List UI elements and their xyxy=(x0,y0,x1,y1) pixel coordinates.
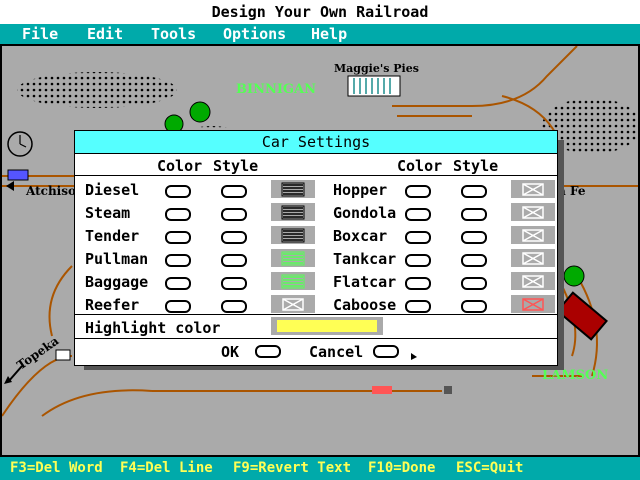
car-label-flatcar: Flatcar xyxy=(333,273,397,291)
highlight-label: Highlight color xyxy=(85,319,221,337)
color-button-tankcar[interactable] xyxy=(405,254,431,267)
status-done[interactable]: F10=Done xyxy=(368,457,435,480)
color-button-steam[interactable] xyxy=(165,208,191,221)
car-preview-steam[interactable] xyxy=(271,203,315,221)
building-label-maggies: Maggie's Pies xyxy=(334,62,419,75)
menu-help[interactable]: Help xyxy=(311,24,347,44)
cancel-button[interactable] xyxy=(373,345,399,358)
style-button-diesel[interactable] xyxy=(221,185,247,198)
style-button-caboose[interactable] xyxy=(461,300,487,313)
style-button-reefer[interactable] xyxy=(221,300,247,313)
status-del-line[interactable]: F4=Del Line xyxy=(120,457,213,480)
train-car-icon xyxy=(372,386,392,394)
left-style-header: Style xyxy=(213,157,259,175)
car-label-diesel: Diesel xyxy=(85,181,140,199)
style-button-tender[interactable] xyxy=(221,231,247,244)
tree-icon xyxy=(189,101,211,123)
highlight-divider xyxy=(75,338,557,339)
car-preview-caboose[interactable] xyxy=(511,295,555,313)
style-button-flatcar[interactable] xyxy=(461,277,487,290)
car-label-pullman: Pullman xyxy=(85,250,149,268)
train-car-icon xyxy=(7,169,29,181)
car-preview-baggage[interactable] xyxy=(271,272,315,290)
rows-divider xyxy=(75,314,557,315)
car-label-gondola: Gondola xyxy=(333,204,397,222)
right-color-header: Color xyxy=(397,157,443,175)
ok-label: OK xyxy=(221,343,240,361)
car-label-reefer: Reefer xyxy=(85,296,140,314)
car-preview-tender[interactable] xyxy=(271,226,315,244)
dialog-title: Car Settings xyxy=(75,131,557,154)
town-label-lamson: LAMSON xyxy=(542,368,609,383)
menu-file[interactable]: File xyxy=(22,24,58,44)
color-button-diesel[interactable] xyxy=(165,185,191,198)
app-title: Design Your Own Railroad xyxy=(0,0,640,24)
color-button-caboose[interactable] xyxy=(405,300,431,313)
car-preview-flatcar[interactable] xyxy=(511,272,555,290)
menu-edit[interactable]: Edit xyxy=(87,24,123,44)
highlight-color-swatch[interactable] xyxy=(271,317,383,335)
style-button-hopper[interactable] xyxy=(461,185,487,198)
car-label-baggage: Baggage xyxy=(85,273,149,291)
right-style-header: Style xyxy=(453,157,499,175)
car-preview-reefer[interactable] xyxy=(271,295,315,313)
car-label-caboose: Caboose xyxy=(333,296,397,314)
color-button-boxcar[interactable] xyxy=(405,231,431,244)
menu-tools[interactable]: Tools xyxy=(151,24,196,44)
cancel-label: Cancel xyxy=(309,343,364,361)
car-preview-diesel[interactable] xyxy=(271,180,315,198)
color-button-tender[interactable] xyxy=(165,231,191,244)
status-bar: F3=Del Word F4=Del Line F9=Revert Text F… xyxy=(0,457,640,480)
status-quit[interactable]: ESC=Quit xyxy=(456,457,523,480)
town-label-atchison: Atchiso xyxy=(26,184,76,198)
menu-bar: File Edit Tools Options Help xyxy=(0,24,640,44)
color-button-baggage[interactable] xyxy=(165,277,191,290)
style-button-tankcar[interactable] xyxy=(461,254,487,267)
car-label-tankcar: Tankcar xyxy=(333,250,397,268)
car-label-hopper: Hopper xyxy=(333,181,388,199)
style-button-boxcar[interactable] xyxy=(461,231,487,244)
mouse-cursor-icon xyxy=(411,353,417,360)
style-button-gondola[interactable] xyxy=(461,208,487,221)
left-color-header: Color xyxy=(157,157,203,175)
car-label-tender: Tender xyxy=(85,227,140,245)
car-preview-hopper[interactable] xyxy=(511,180,555,198)
car-label-boxcar: Boxcar xyxy=(333,227,388,245)
color-button-pullman[interactable] xyxy=(165,254,191,267)
town-label-binnigan: BINNIGAN xyxy=(236,82,316,97)
car-preview-gondola[interactable] xyxy=(511,203,555,221)
car-settings-dialog: Car Settings Color Style Color Style Die… xyxy=(74,130,558,366)
menu-options[interactable]: Options xyxy=(223,24,286,44)
color-button-hopper[interactable] xyxy=(405,185,431,198)
color-button-reefer[interactable] xyxy=(165,300,191,313)
terrain-blob xyxy=(17,72,177,108)
ok-button[interactable] xyxy=(255,345,281,358)
car-label-steam: Steam xyxy=(85,204,131,222)
header-divider xyxy=(75,175,557,176)
car-preview-pullman[interactable] xyxy=(271,249,315,267)
color-button-flatcar[interactable] xyxy=(405,277,431,290)
status-del-word[interactable]: F3=Del Word xyxy=(10,457,103,480)
status-revert-text[interactable]: F9=Revert Text xyxy=(233,457,351,480)
style-button-baggage[interactable] xyxy=(221,277,247,290)
car-preview-boxcar[interactable] xyxy=(511,226,555,244)
tree-icon xyxy=(563,265,585,287)
style-button-pullman[interactable] xyxy=(221,254,247,267)
building-icon xyxy=(347,75,401,97)
caboose-icon xyxy=(556,291,608,341)
car-preview-tankcar[interactable] xyxy=(511,249,555,267)
highlight-color-fill xyxy=(277,320,377,332)
style-button-steam[interactable] xyxy=(221,208,247,221)
color-button-gondola[interactable] xyxy=(405,208,431,221)
